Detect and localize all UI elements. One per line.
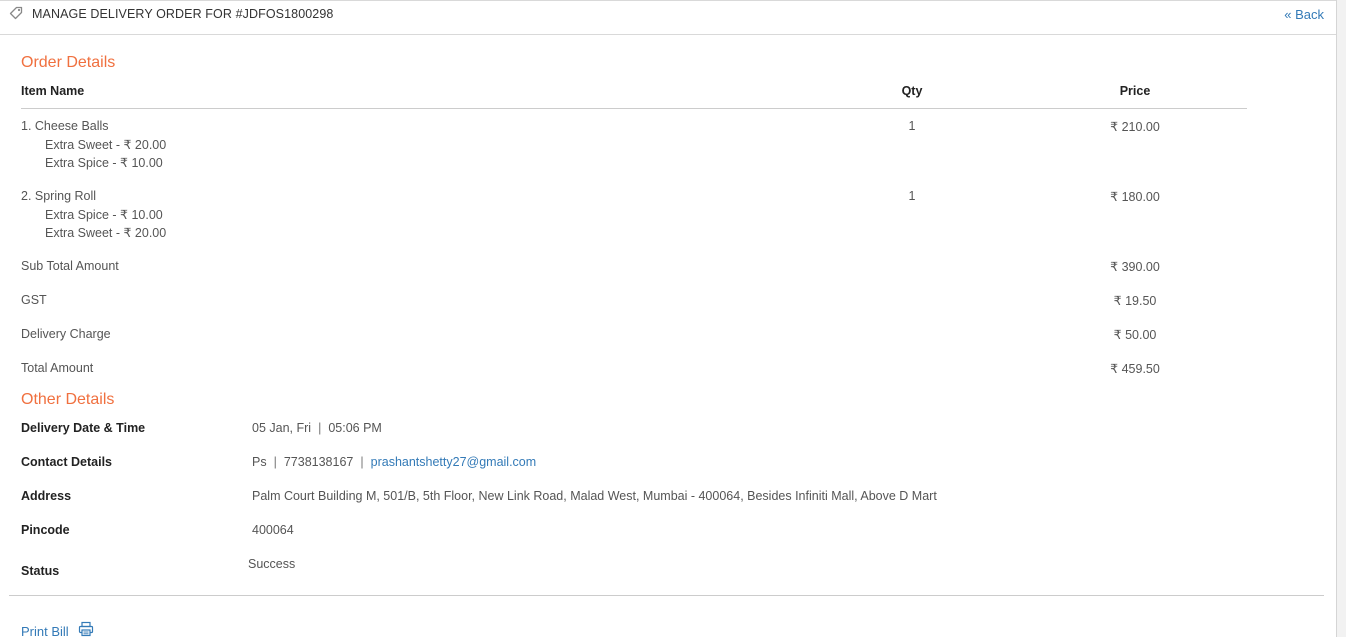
gst-value: ₹ 19.50 xyxy=(1113,294,1157,308)
item-price: ₹ 180.00 xyxy=(1110,190,1160,204)
delivery-time: 05:06 PM xyxy=(328,421,382,435)
delivery-datetime-value: 05 Jan, Fri | 05:06 PM xyxy=(252,421,382,435)
separator: | xyxy=(360,455,364,469)
status-label: Status xyxy=(21,564,60,578)
contact-details-label: Contact Details xyxy=(21,455,112,469)
delivery-datetime-label: Delivery Date & Time xyxy=(21,421,146,435)
tag-icon xyxy=(9,6,23,20)
item-addon: Extra Sweet - ₹ 20.00 xyxy=(45,138,167,152)
page-header: MANAGE DELIVERY ORDER FOR #JDFOS1800298 … xyxy=(0,1,1336,35)
table-header-divider xyxy=(21,108,1247,109)
address-label: Address xyxy=(21,489,72,503)
printer-icon[interactable] xyxy=(78,621,94,637)
gst-label: GST xyxy=(21,293,47,307)
item-price: ₹ 210.00 xyxy=(1110,120,1160,134)
address-value: Palm Court Building M, 501/B, 5th Floor,… xyxy=(252,489,937,503)
item-name: 2. Spring Roll xyxy=(21,189,97,203)
contact-name: Ps xyxy=(252,455,267,469)
contact-email-link[interactable]: prashantshetty27@gmail.com xyxy=(371,455,537,469)
subtotal-label: Sub Total Amount xyxy=(21,259,119,273)
pincode-label: Pincode xyxy=(21,523,70,537)
column-header-price: Price xyxy=(1119,84,1151,98)
separator: | xyxy=(273,455,277,469)
item-addon: Extra Sweet - ₹ 20.00 xyxy=(45,226,167,240)
footer-divider xyxy=(9,595,1324,596)
item-qty: 1 xyxy=(908,189,916,203)
item-qty: 1 xyxy=(908,119,916,133)
other-details-heading: Other Details xyxy=(21,391,115,408)
back-link[interactable]: « Back xyxy=(1284,7,1324,22)
item-name: 1. Cheese Balls xyxy=(21,119,109,133)
column-header-qty: Qty xyxy=(901,84,923,98)
order-details-heading: Order Details xyxy=(21,54,116,71)
separator: | xyxy=(318,421,322,435)
item-addon: Extra Spice - ₹ 10.00 xyxy=(45,156,163,170)
total-amount-label: Total Amount xyxy=(21,361,94,375)
subtotal-value: ₹ 390.00 xyxy=(1110,260,1160,274)
contact-phone: 7738138167 xyxy=(283,455,354,469)
status-value: Success xyxy=(248,557,296,571)
column-header-item-name: Item Name xyxy=(21,84,85,98)
delivery-charge-value: ₹ 50.00 xyxy=(1113,328,1157,342)
contact-details-value: Ps | 7738138167 | prashantshetty27@gmail.com xyxy=(252,455,536,469)
delivery-date: 05 Jan, Fri xyxy=(252,421,312,435)
item-addon: Extra Spice - ₹ 10.00 xyxy=(45,208,163,222)
total-amount-value: ₹ 459.50 xyxy=(1110,362,1160,376)
vertical-scrollbar[interactable] xyxy=(1336,0,1346,637)
delivery-charge-label: Delivery Charge xyxy=(21,327,111,341)
pincode-value: 400064 xyxy=(252,523,294,537)
page-title: MANAGE DELIVERY ORDER FOR #JDFOS1800298 xyxy=(32,7,334,21)
